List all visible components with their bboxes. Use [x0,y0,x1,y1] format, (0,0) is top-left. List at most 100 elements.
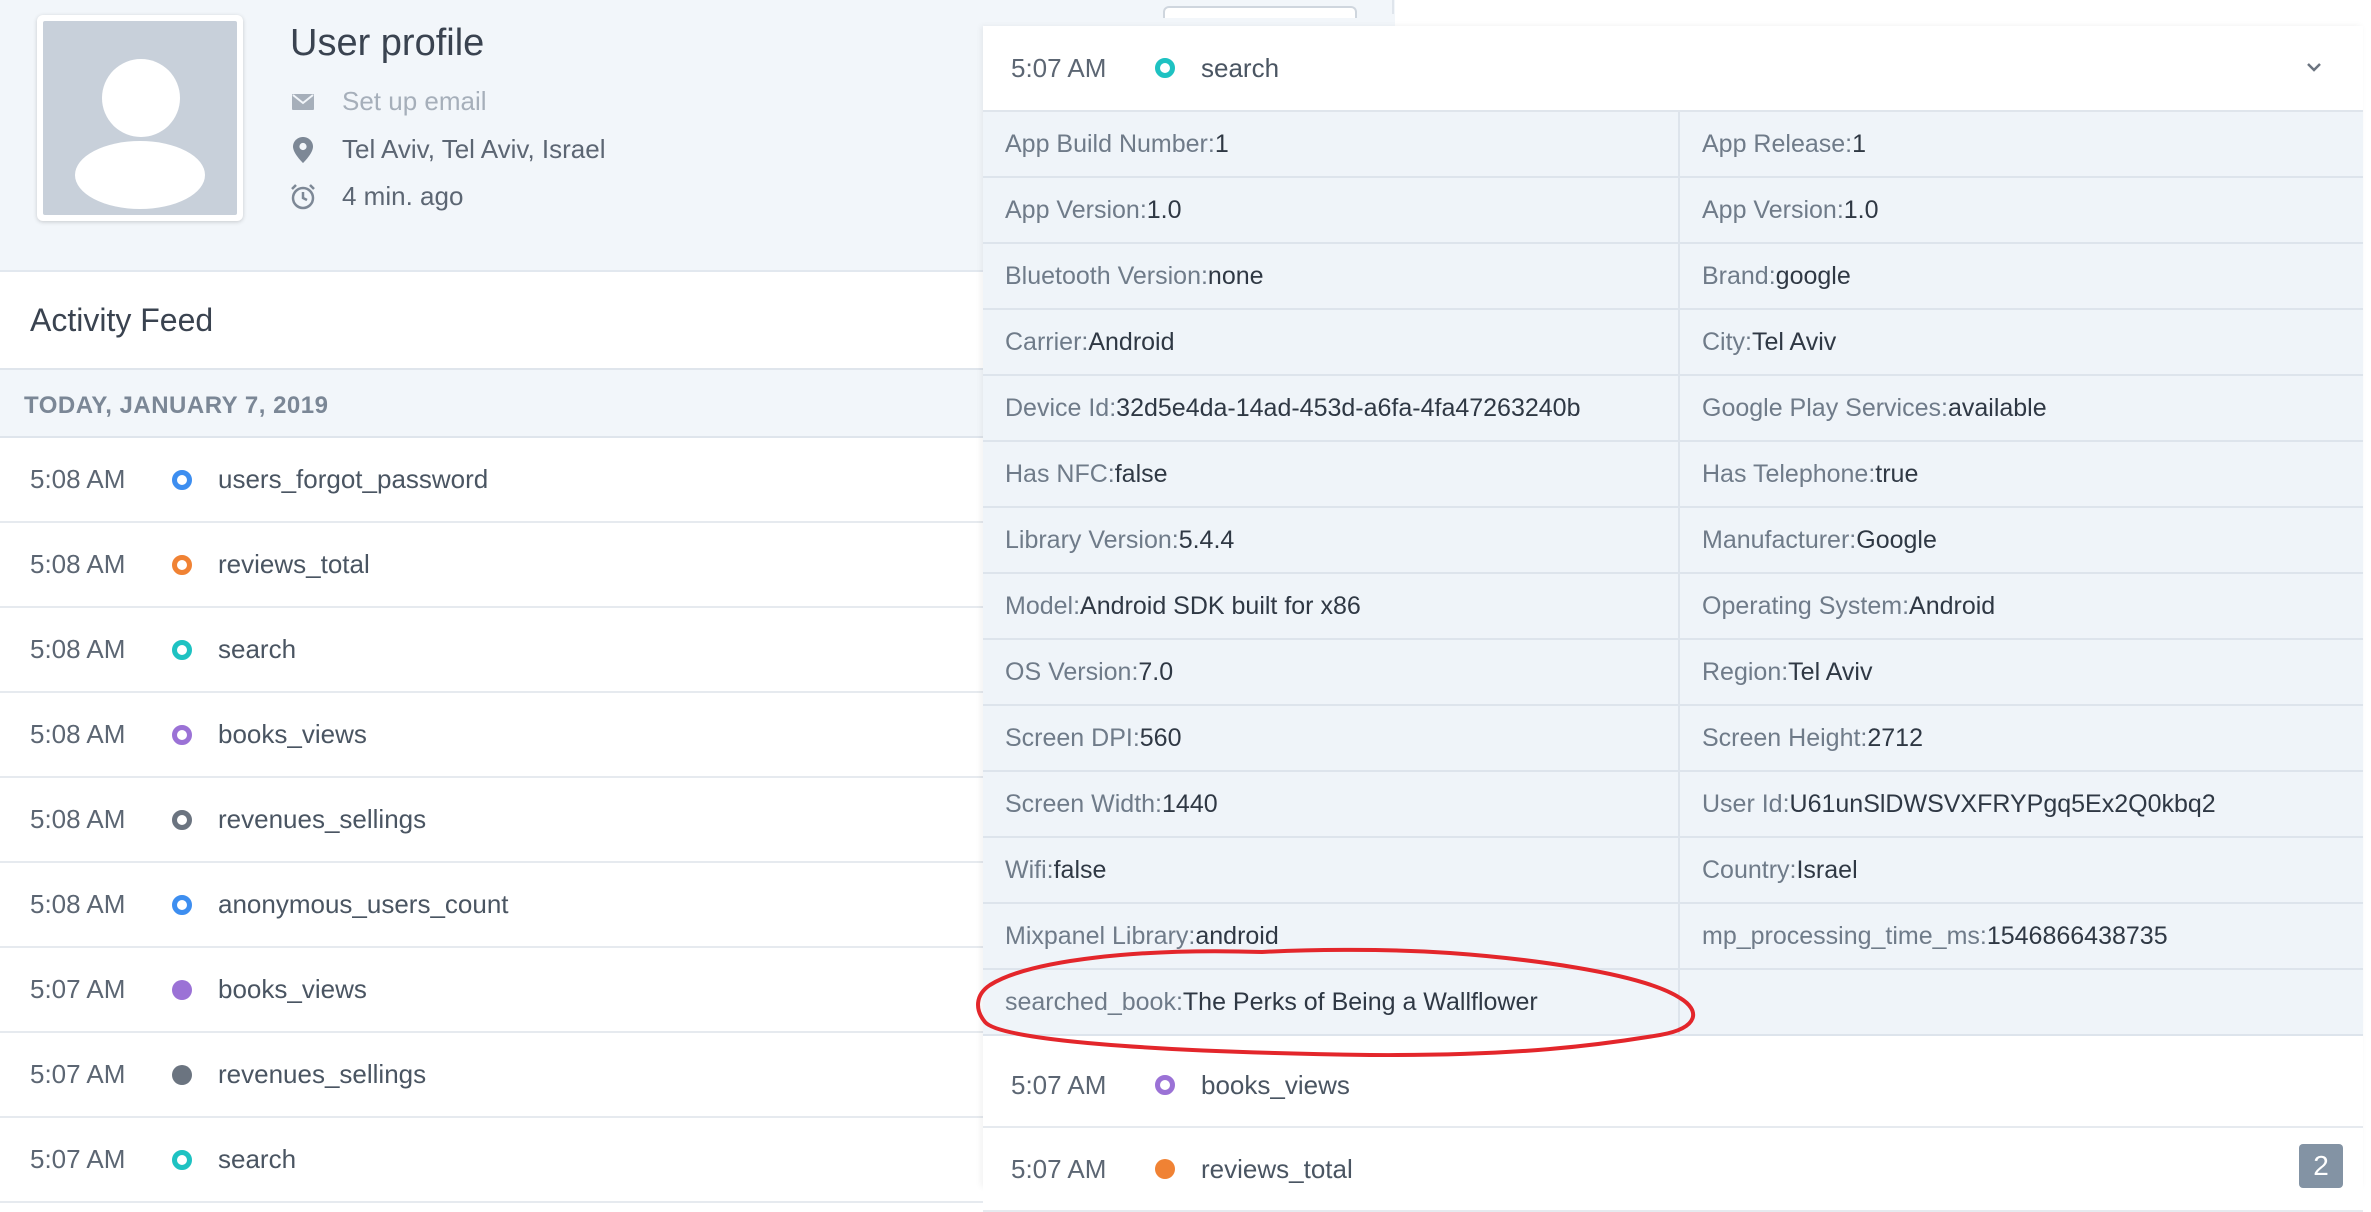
feed-row[interactable]: 5:08 AM revenues_sellings [0,778,985,863]
property-cell: Bluetooth Version: none [983,244,1678,308]
property-row: Library Version: 5.4.4 Manufacturer: Goog… [983,508,2363,574]
chevron-down-icon[interactable] [2299,52,2329,82]
feed-event-name: reviews_total [218,549,370,579]
property-value: 1546866438735 [1986,921,2168,950]
property-row: Carrier: Android City: Tel Aviv [983,310,2363,376]
feed-row[interactable]: 5:08 AM reviews_total [0,523,985,608]
property-cell: User Id: U61unSlDWSVXFRYPgq5Ex2Q0kbq2 [1678,772,2363,836]
feed-time: 5:08 AM [30,804,126,834]
event-time: 5:07 AM [1011,52,1107,83]
event-status-dot-icon [1155,1159,1175,1179]
property-value: 5.4.4 [1178,525,1235,554]
top-dropdown-edge[interactable] [1163,6,1357,18]
property-value: android [1195,921,1279,950]
column-divider [1392,0,1394,14]
property-value: Google [1856,525,1937,554]
property-key: Operating System: [1702,591,1910,620]
event-properties-table: App Build Number: 1 App Release: 1 App Ver… [983,112,2363,1036]
feed-event-name: books_views [218,719,367,749]
property-cell: searched_book: The Perks of Being a Wall… [983,970,1678,1034]
feed-row[interactable]: 5:08 AM books_views [0,693,985,778]
property-key: App Version: [1005,195,1147,224]
event-status-dot-icon [172,639,192,660]
property-cell: Manufacturer: Google [1678,508,2363,572]
property-row: Bluetooth Version: none Brand: google [983,244,2363,310]
feed-row[interactable]: 5:08 AM anonymous_users_count [0,863,985,948]
event-status-dot-icon [1155,1075,1175,1095]
property-cell: Device Id: 32d5e4da-14ad-453d-a6fa-4fa47… [983,376,1678,440]
profile-last-seen: 4 min. ago [290,181,463,212]
property-cell: App Version: 1.0 [983,178,1678,242]
profile-location: Tel Aviv, Tel Aviv, Israel [290,134,606,165]
feed-time: 5:08 AM [30,719,126,749]
email-link[interactable]: Set up email [342,86,487,117]
property-value: Tel Aviv [1788,657,1873,686]
property-cell: Wifi: false [983,838,1678,902]
property-key: Library Version: [1005,525,1179,554]
feed-row[interactable]: 5:07 AM revenues_sellings [0,1033,985,1118]
profile-email[interactable]: Set up email [290,86,487,117]
event-detail-panel: 5:07 AM search App Build Number: 1 App Re… [983,26,2363,1212]
property-value: 7.0 [1138,657,1174,686]
last-seen-text: 4 min. ago [342,181,464,211]
map-pin-icon [290,136,316,163]
property-key: App Release: [1702,129,1853,158]
event-status-dot-icon [172,809,192,830]
property-value: false [1114,459,1168,488]
feed-time: 5:08 AM [30,549,126,579]
property-cell: Country: Israel [1678,838,2363,902]
feed-time: 5:08 AM [30,889,126,919]
property-value: 32d5e4da-14ad-453d-a6fa-4fa47263240b [1116,393,1581,422]
activity-feed-list: 5:08 AM users_forgot_password 5:08 AM revie… [0,438,985,1203]
feed-row[interactable]: 5:08 AM users_forgot_password [0,438,985,523]
property-value: Android [1909,591,1996,620]
property-key: Google Play Services: [1702,393,1948,422]
property-key: Brand: [1702,261,1776,290]
property-row: Wifi: false Country: Israel [983,838,2363,904]
count-badge[interactable]: 2 [2299,1144,2343,1188]
property-key: App Build Number: [1005,129,1215,158]
property-cell [1678,970,2363,1034]
property-cell: Has NFC: false [983,442,1678,506]
property-cell: Operating System: Android [1678,574,2363,638]
property-cell: Carrier: Android [983,310,1678,374]
feed-row[interactable]: 5:07 AM books_views [983,1044,2363,1128]
property-row: Screen Width: 1440 User Id: U61unSlDWSVXF… [983,772,2363,838]
feed-event-name: anonymous_users_count [218,889,509,919]
page-title: User profile [290,22,485,64]
property-value: google [1775,261,1851,290]
date-group-header: TODAY, JANUARY 7, 2019 [0,370,985,438]
feed-row[interactable]: 5:07 AM search [0,1118,985,1203]
property-key: Wifi: [1005,855,1054,884]
activity-feed-header: Activity Feed [0,272,985,370]
feed-row[interactable]: 5:08 AM search [0,608,985,693]
property-row: Screen DPI: 560 Screen Height: 2712 [983,706,2363,772]
property-value: false [1053,855,1107,884]
property-key: Region: [1702,657,1789,686]
feed-time: 5:07 AM [30,1059,126,1089]
feed-time: 5:07 AM [1011,1153,1107,1184]
property-row: Has NFC: false Has Telephone: true [983,442,2363,508]
property-value: 1.0 [1146,195,1182,224]
property-key: App Version: [1702,195,1844,224]
event-status-dot-icon [172,1064,192,1085]
property-value: The Perks of Being a Wallflower [1182,987,1538,1016]
property-key: Device Id: [1005,393,1117,422]
property-value: 1440 [1162,789,1218,818]
feed-row[interactable]: 5:07 AM reviews_total [983,1128,2363,1212]
property-value: U61unSlDWSVXFRYPgq5Ex2Q0kbq2 [1789,789,2216,818]
property-key: Mixpanel Library: [1005,921,1196,950]
feed-row[interactable]: 5:07 AM books_views [0,948,985,1033]
property-value: 1 [1852,129,1867,158]
feed-time: 5:07 AM [30,1144,126,1174]
avatar [37,15,243,221]
property-value: 1 [1214,129,1229,158]
event-detail-header[interactable]: 5:07 AM search [983,26,2363,112]
property-key: searched_book: [1005,987,1183,1016]
property-cell: Brand: google [1678,244,2363,308]
feed-event-name: reviews_total [1201,1153,1353,1184]
property-cell: Mixpanel Library: android [983,904,1678,968]
feed-event-name: revenues_sellings [218,1059,427,1089]
property-key: Country: [1702,855,1797,884]
property-row: Mixpanel Library: android mp_processing_t… [983,904,2363,970]
